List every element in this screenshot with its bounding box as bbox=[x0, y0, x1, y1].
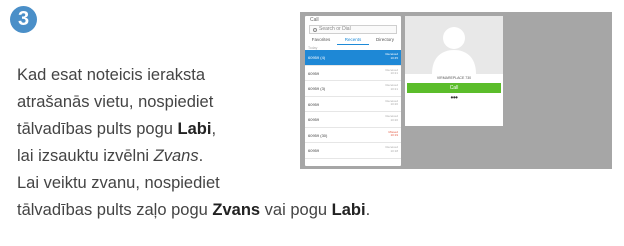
search-icon bbox=[313, 27, 317, 32]
tab-directory[interactable]: Directory bbox=[369, 37, 401, 45]
recent-call-row[interactable]: 60959 (3) Received 10:21 bbox=[305, 81, 401, 97]
contact-name: VIRMAREPLACE 730 bbox=[436, 76, 472, 80]
tab-favorites[interactable]: Favorites bbox=[305, 37, 337, 45]
recent-call-row[interactable]: 60959 Received 10:21 bbox=[305, 66, 401, 81]
ok-key-label-2: Labi bbox=[331, 201, 366, 219]
search-input[interactable]: Search or Dial bbox=[309, 25, 397, 34]
recent-call-row[interactable]: 60959 Received 10:18 bbox=[305, 143, 401, 159]
contact-detail-panel: VIRMAREPLACE 730 Call ••• bbox=[405, 16, 503, 126]
call-key-label: Zvans bbox=[212, 201, 261, 219]
screen-screenshot: Call Search or Dial Favorites Recents Di… bbox=[300, 12, 612, 169]
instruction-line-2: atrašanās vietu, nospiediet bbox=[17, 93, 214, 111]
recent-call-row[interactable]: 60959 Received 10:20 bbox=[305, 97, 401, 112]
call-menu-label: Zvans bbox=[153, 147, 199, 165]
more-options-button[interactable]: ••• bbox=[405, 94, 503, 102]
recent-call-row[interactable]: 60959 (30) Missed 10:19 bbox=[305, 128, 401, 143]
avatar bbox=[405, 16, 503, 74]
call-button[interactable]: Call bbox=[407, 83, 501, 93]
instruction-line-1: Kad esat noteicis ieraksta bbox=[17, 66, 206, 84]
recent-call-row[interactable]: 60959 (4) Received 10:45 bbox=[305, 50, 401, 66]
call-panel-title: Call bbox=[310, 17, 319, 23]
call-panel: Call Search or Dial Favorites Recents Di… bbox=[305, 16, 401, 166]
call-tabs: Favorites Recents Directory bbox=[305, 37, 401, 45]
instruction-line-4: lai izsauktu izvēlni Zvans. bbox=[17, 147, 204, 165]
instruction-line-3: tālvadības pults pogu Labi, bbox=[17, 120, 217, 138]
recent-call-row[interactable]: 60959 Received 10:20 bbox=[305, 112, 401, 128]
step-number-badge: 3 bbox=[10, 6, 37, 33]
instruction-line-5: Lai veiktu zvanu, nospiediet bbox=[17, 174, 220, 192]
person-silhouette-icon bbox=[432, 27, 476, 74]
instruction-line-6: tālvadības pults zaļo pogu Zvans vai pog… bbox=[17, 201, 371, 219]
tab-recents[interactable]: Recents bbox=[337, 37, 369, 45]
ok-key-label: Labi bbox=[177, 120, 212, 138]
